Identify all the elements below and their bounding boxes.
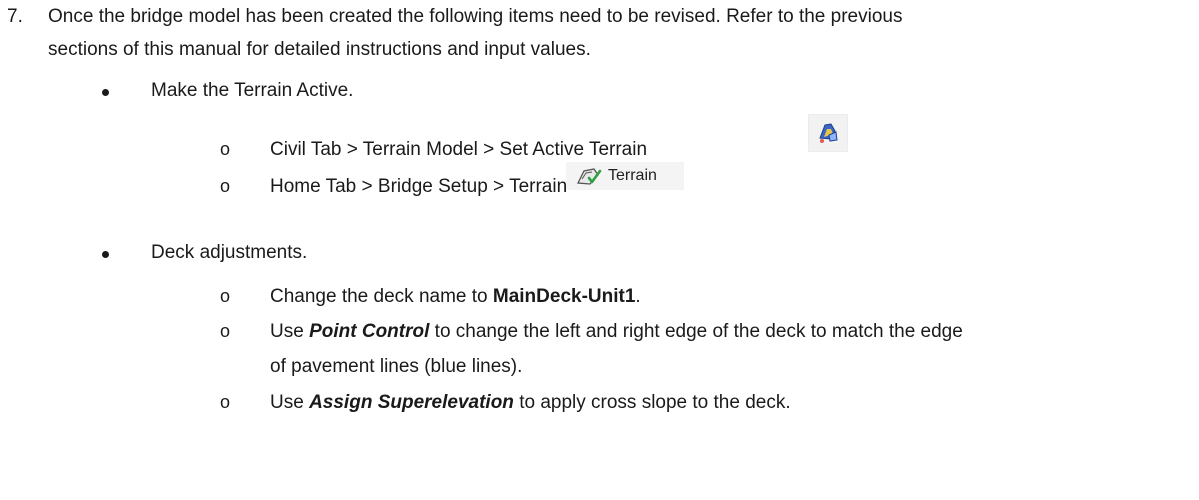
terrain-button[interactable]: Terrain <box>566 162 684 190</box>
sub-item-set-active-terrain: Civil Tab > Terrain Model > Set Active T… <box>270 139 648 160</box>
sub-item-change-deck-name: Change the deck name to MainDeck-Unit1. <box>270 286 641 307</box>
sub-bullet-marker: o <box>220 392 231 412</box>
sub-item-point-control-continuation: of pavement lines (blue lines). <box>270 356 523 377</box>
bullet-text-terrain-active: Make the Terrain Active. <box>151 80 354 101</box>
terrain-icon <box>576 165 602 187</box>
step-text-line-2: sections of this manual for detailed ins… <box>48 39 591 60</box>
sub-bullet-marker: o <box>220 176 231 196</box>
sub-item-assign-superelevation: Use Assign Superelevation to apply cross… <box>270 392 791 413</box>
deck-name-emphasis: MainDeck-Unit1 <box>492 286 636 307</box>
sub-bullet-marker: o <box>220 286 231 306</box>
set-active-terrain-icon <box>808 114 848 152</box>
point-control-emphasis: Point Control <box>309 321 430 342</box>
sub-bullet-marker: o <box>220 321 231 341</box>
assign-superelevation-emphasis: Assign Superelevation <box>309 392 514 413</box>
sub-bullet-marker: o <box>220 139 231 159</box>
bullet-marker <box>102 89 109 96</box>
terrain-button-label: Terrain <box>608 167 657 185</box>
bullet-marker <box>102 251 109 258</box>
sub-item-home-tab-terrain: Home Tab > Bridge Setup > Terrain <box>270 176 568 197</box>
step-number: 7. <box>7 6 23 27</box>
step-text-line-1: Once the bridge model has been created t… <box>48 6 903 27</box>
bullet-text-deck-adjustments: Deck adjustments. <box>151 242 308 263</box>
sub-item-point-control: Use Point Control to change the left and… <box>270 321 963 342</box>
